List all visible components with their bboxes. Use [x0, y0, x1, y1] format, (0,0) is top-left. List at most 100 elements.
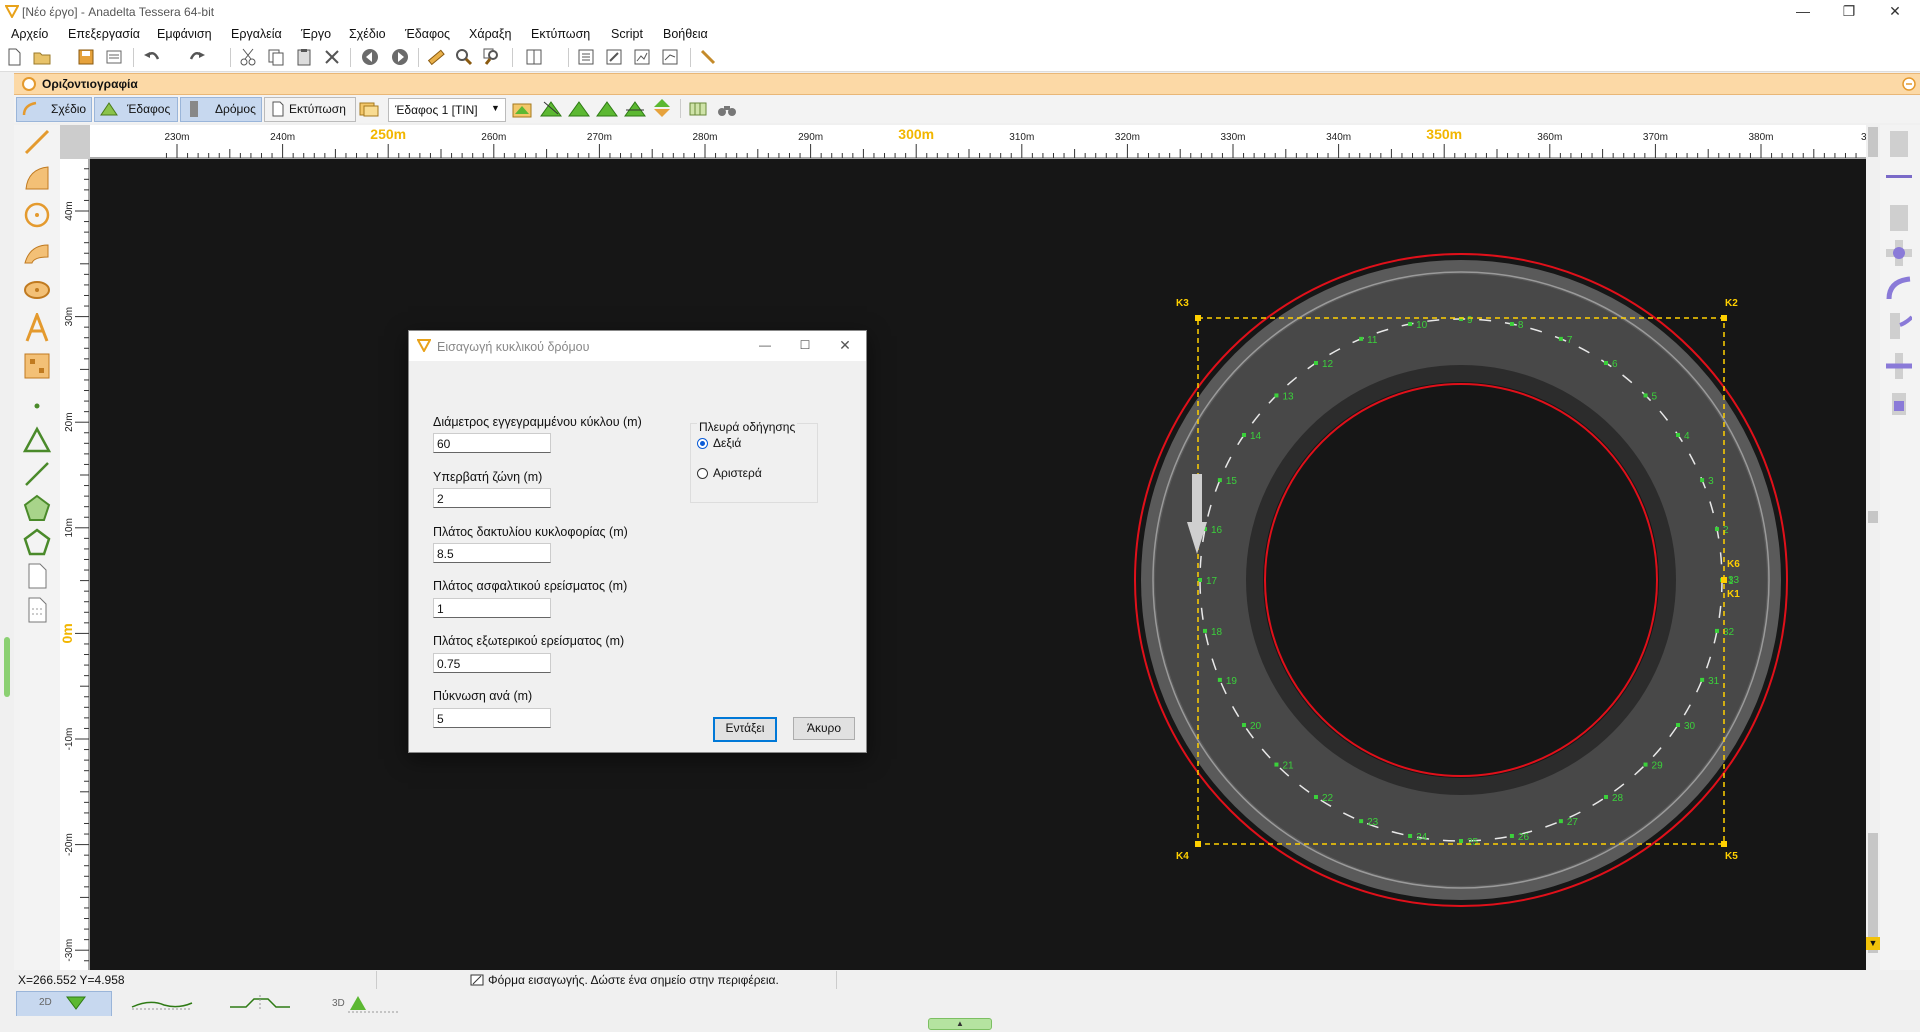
- menu-file[interactable]: Αρχείο: [11, 27, 48, 41]
- zoom-icon[interactable]: [454, 47, 474, 67]
- restore-button[interactable]: ❐: [1826, 0, 1872, 24]
- menu-edit[interactable]: Επεξεργασία: [68, 27, 140, 41]
- station-point[interactable]: [1643, 393, 1648, 398]
- wand-icon[interactable]: [698, 47, 718, 67]
- road-node-icon[interactable]: [1886, 240, 1912, 266]
- edit-sheet-icon[interactable]: [604, 47, 624, 67]
- document-icon[interactable]: [22, 561, 52, 591]
- drawing-canvas[interactable]: 123456789101112131415161718192021222324 2…: [90, 159, 1880, 970]
- undo-icon[interactable]: [142, 47, 162, 67]
- close-button[interactable]: ✕: [1872, 0, 1918, 24]
- station-point[interactable]: [1408, 833, 1413, 838]
- layers-icon[interactable]: [358, 99, 380, 119]
- forward-icon[interactable]: [390, 47, 410, 67]
- terrain-add-icon[interactable]: [568, 100, 590, 118]
- ellipse-tool-icon[interactable]: [22, 275, 52, 305]
- station-point[interactable]: [1509, 833, 1514, 838]
- terrain-up-icon[interactable]: [652, 98, 672, 118]
- road-junction-icon[interactable]: [1886, 313, 1912, 339]
- terrain-section-icon[interactable]: [624, 100, 646, 118]
- menu-help[interactable]: Βοήθεια: [663, 27, 708, 41]
- delete-icon[interactable]: [322, 47, 342, 67]
- left-side-label[interactable]: Αριστερά: [713, 466, 762, 480]
- dialog-maximize-button[interactable]: ☐: [785, 334, 825, 358]
- scroll-thumb-bottom[interactable]: [1868, 833, 1878, 953]
- tab-dromos[interactable]: Δρόμος: [180, 97, 262, 122]
- menu-print[interactable]: Εκτύπωση: [531, 27, 590, 41]
- chart-icon[interactable]: [632, 47, 652, 67]
- station-point[interactable]: [1313, 795, 1318, 800]
- minimize-button[interactable]: —: [1780, 0, 1826, 24]
- paste-icon[interactable]: [294, 47, 314, 67]
- paved-shoulder-input[interactable]: 1: [433, 598, 551, 618]
- station-point[interactable]: [1700, 478, 1705, 483]
- station-point[interactable]: [1558, 336, 1563, 341]
- tab-sxedio[interactable]: Σχέδιο: [16, 97, 92, 122]
- properties-icon[interactable]: [104, 47, 124, 67]
- circle-tool-icon[interactable]: [22, 200, 52, 230]
- station-point[interactable]: [1558, 819, 1563, 824]
- station-point[interactable]: [1241, 432, 1246, 437]
- menu-view[interactable]: Εμφάνιση: [157, 27, 212, 41]
- road-lane-icon[interactable]: [1890, 205, 1908, 231]
- station-point[interactable]: [1700, 677, 1705, 682]
- corner-handle[interactable]: [1721, 315, 1727, 321]
- right-side-label[interactable]: Δεξιά: [713, 436, 741, 450]
- densify-input[interactable]: 5: [433, 708, 551, 728]
- menu-tools[interactable]: Εργαλεία: [231, 27, 282, 41]
- diameter-input[interactable]: 60: [433, 433, 551, 453]
- station-point[interactable]: [1604, 360, 1609, 365]
- vertical-scrollbar[interactable]: ▼: [1866, 125, 1880, 970]
- station-point[interactable]: [1217, 677, 1222, 682]
- graph-icon[interactable]: [660, 47, 680, 67]
- corner-handle[interactable]: [1721, 841, 1727, 847]
- station-point[interactable]: [1203, 628, 1208, 633]
- terrain-folder-icon[interactable]: [512, 100, 532, 118]
- station-point[interactable]: [1241, 723, 1246, 728]
- toolbox-grip[interactable]: [4, 637, 10, 697]
- station-point[interactable]: [1313, 360, 1318, 365]
- section-view-icon[interactable]: [228, 993, 292, 1013]
- scroll-thumb[interactable]: [1868, 511, 1878, 523]
- station-point[interactable]: [1509, 322, 1514, 327]
- hatch-tool-icon[interactable]: [22, 351, 52, 381]
- station-point[interactable]: [1359, 336, 1364, 341]
- 3d-view-icon[interactable]: [348, 992, 398, 1014]
- binoculars-icon[interactable]: [716, 100, 738, 118]
- text-tool-icon[interactable]: [22, 313, 52, 343]
- layout-icon[interactable]: [524, 47, 544, 67]
- station-point[interactable]: [1604, 795, 1609, 800]
- menu-alignment[interactable]: Χάραξη: [469, 27, 511, 41]
- line-tool-icon[interactable]: [22, 127, 52, 157]
- chevron-down-icon[interactable]: ▼: [1866, 937, 1880, 950]
- measure-icon[interactable]: [426, 47, 446, 67]
- road-straight-icon[interactable]: [1890, 131, 1908, 157]
- zoom-window-icon[interactable]: [482, 47, 502, 67]
- corner-handle[interactable]: [1195, 315, 1201, 321]
- terrain-edit-icon[interactable]: [540, 100, 562, 118]
- station-point[interactable]: [1274, 762, 1279, 767]
- menu-drawing[interactable]: Σχέδιο: [349, 27, 386, 41]
- station-point[interactable]: [1459, 839, 1463, 843]
- outer-shoulder-input[interactable]: 0.75: [433, 653, 551, 673]
- ring-width-input[interactable]: 8.5: [433, 543, 551, 563]
- station-point[interactable]: [1274, 393, 1279, 398]
- arc-tool-icon[interactable]: [22, 163, 52, 193]
- cancel-button[interactable]: Άκυρο: [793, 717, 855, 740]
- mountable-zone-input[interactable]: 2: [433, 488, 551, 508]
- document-list-icon[interactable]: [22, 595, 52, 625]
- road-ramp-icon[interactable]: [1886, 391, 1912, 417]
- sheet-icon[interactable]: [576, 47, 596, 67]
- curve-tool-icon[interactable]: [22, 237, 52, 267]
- corner-handle[interactable]: [1721, 577, 1727, 583]
- collapse-icon[interactable]: [1902, 77, 1916, 91]
- dialog-minimize-button[interactable]: —: [745, 334, 785, 358]
- grid-icon[interactable]: [688, 100, 708, 118]
- new-file-icon[interactable]: [4, 47, 24, 67]
- redo-icon[interactable]: [187, 47, 207, 67]
- station-point[interactable]: [1714, 628, 1719, 633]
- station-point[interactable]: [1217, 478, 1222, 483]
- road-axis-icon[interactable]: [1886, 175, 1912, 178]
- scroll-thumb-top[interactable]: [1868, 127, 1878, 157]
- tab-edafos[interactable]: Έδαφος: [94, 97, 178, 122]
